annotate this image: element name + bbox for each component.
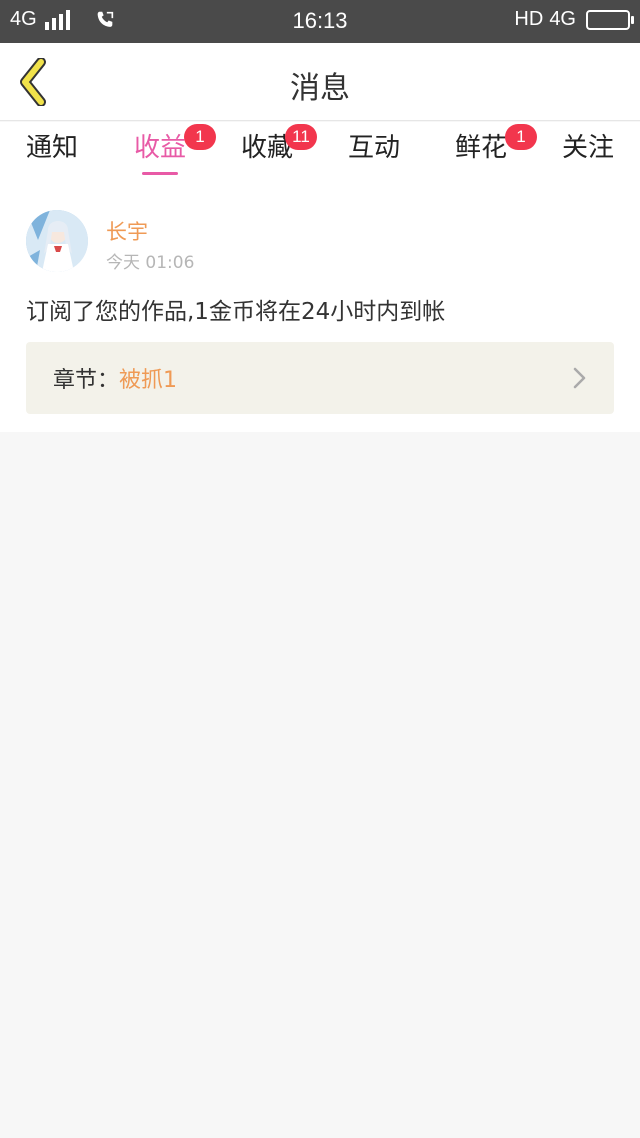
chevron-right-icon <box>573 367 586 389</box>
tab-badge: 1 <box>505 124 537 150</box>
active-tab-indicator <box>142 172 178 175</box>
tab-badge: 1 <box>184 124 216 150</box>
chapter-label: 章节： <box>53 368 120 393</box>
chapter-link[interactable]: 章节： 被抓1 <box>26 342 614 414</box>
network-type-right: 4G <box>549 8 576 30</box>
hd-indicator: HD <box>514 8 544 30</box>
message-time: 今天 01:06 <box>106 253 195 273</box>
chapter-name: 被抓1 <box>119 368 178 393</box>
username[interactable]: 长宇 <box>106 216 148 246</box>
tab-notice[interactable]: 通知 <box>26 132 78 184</box>
status-right: HD 4G <box>514 8 634 31</box>
tab-earnings[interactable]: 收益 1 <box>134 124 216 184</box>
tab-follow[interactable]: 关注 <box>562 132 614 184</box>
battery-icon <box>586 9 634 30</box>
status-bar: 4G 16:13 HD 4G <box>0 0 640 43</box>
nav-bar: 消息 <box>0 43 640 121</box>
page-title: 消息 <box>290 71 350 106</box>
tab-label: 关注 <box>562 133 615 163</box>
tab-badge: 11 <box>285 124 317 150</box>
tab-interaction[interactable]: 互动 <box>348 132 400 184</box>
tab-favorites[interactable]: 收藏 11 <box>241 124 317 184</box>
tab-label: 收益 <box>134 133 187 163</box>
avatar[interactable] <box>26 210 88 272</box>
avatar-image <box>26 210 88 272</box>
tab-flowers[interactable]: 鲜花 1 <box>455 124 537 184</box>
message-card: 长宇 今天 01:06 订阅了您的作品,1金币将在24小时内到帐 章节： 被抓1 <box>0 186 640 432</box>
tab-label: 互动 <box>348 133 401 163</box>
message-text: 订阅了您的作品,1金币将在24小时内到帐 <box>26 299 446 325</box>
tab-label: 通知 <box>26 133 79 163</box>
tab-bar: 通知 收益 1 收藏 11 互动 鲜花 1 关注 <box>0 122 640 186</box>
tab-label: 鲜花 <box>455 133 508 163</box>
